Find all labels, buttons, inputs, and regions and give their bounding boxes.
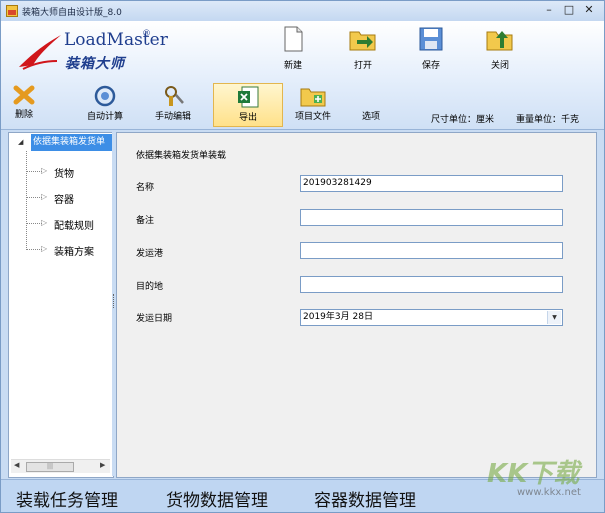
size-unit-label: 尺寸单位：厘米 bbox=[431, 115, 495, 125]
port-label: 发运港 bbox=[136, 249, 164, 259]
export-button-label: 导出 bbox=[238, 113, 257, 123]
maximize-button[interactable]: □ bbox=[559, 3, 579, 17]
close-folder-icon bbox=[486, 31, 513, 51]
tree-item-containers[interactable]: ▷ 容器 bbox=[9, 189, 113, 207]
remarks-input[interactable] bbox=[300, 209, 563, 226]
new-document-icon bbox=[284, 26, 303, 52]
watermark-url: www.kkx.net bbox=[517, 487, 581, 498]
form-panel: 依据集装箱发货单装载 名称 201903281429 备注 发运港 目的地 发运… bbox=[116, 132, 597, 478]
save-button-label: 保存 bbox=[421, 61, 440, 71]
new-button-label: 新建 bbox=[283, 61, 302, 71]
auto-calc-button-label: 自动计算 bbox=[86, 112, 123, 122]
nav-container-data[interactable]: 容器数据管理 bbox=[314, 486, 416, 511]
name-input[interactable]: 201903281429 bbox=[300, 175, 563, 192]
form-title: 依据集装箱发货单装载 bbox=[136, 151, 227, 161]
options-button[interactable]: 选项 bbox=[355, 83, 387, 125]
excel-export-icon bbox=[238, 86, 259, 108]
tree-item-label: 容器 bbox=[54, 195, 74, 206]
tree-item-label: 配载规则 bbox=[54, 221, 94, 232]
logo-swoosh-icon bbox=[19, 35, 61, 70]
delete-button-label: 删除 bbox=[14, 110, 33, 120]
logo-registered-mark: ® bbox=[142, 29, 151, 39]
delete-x-icon bbox=[13, 85, 35, 105]
tree-item-label: 装箱方案 bbox=[54, 247, 94, 258]
project-file-icon bbox=[300, 88, 326, 107]
tree-panel: ◢ 依据集装箱发货单 ▷ 货物 ▷ 容器 ▷ 配载规则 ▷ 装箱方案 ◀ |||… bbox=[8, 132, 114, 478]
logo-text-en: LoadMaster bbox=[64, 30, 168, 50]
nav-load-tasks[interactable]: 装载任务管理 bbox=[16, 486, 118, 511]
new-button[interactable]: 新建 bbox=[271, 26, 315, 82]
tree-item-loading-rules[interactable]: ▷ 配载规则 bbox=[9, 215, 113, 233]
auto-calc-button[interactable]: 自动计算 bbox=[83, 83, 127, 125]
watermark-logo: KK下载 bbox=[487, 459, 580, 489]
remarks-label: 备注 bbox=[136, 216, 155, 226]
delete-button[interactable]: 删除 bbox=[9, 83, 39, 125]
tree-horizontal-scrollbar[interactable]: ◀ ||| ▶ bbox=[11, 459, 110, 473]
save-button[interactable]: 保存 bbox=[409, 26, 453, 82]
logo-text-cn: 装箱大师 bbox=[65, 56, 125, 72]
options-button-label: 选项 bbox=[361, 112, 380, 122]
save-disk-icon bbox=[419, 27, 443, 51]
auto-calc-icon bbox=[94, 85, 116, 107]
manual-edit-button-label: 手动编辑 bbox=[154, 112, 191, 122]
name-label: 名称 bbox=[136, 183, 155, 193]
destination-label: 目的地 bbox=[136, 282, 164, 292]
close-button-label: 关闭 bbox=[490, 61, 509, 71]
dropdown-arrow-icon[interactable]: ▼ bbox=[547, 311, 561, 324]
tree-root-label[interactable]: 依据集装箱发货单 bbox=[31, 134, 113, 151]
ship-date-label: 发运日期 bbox=[136, 314, 173, 324]
ship-date-picker[interactable]: 2019年3月 28日 ▼ bbox=[300, 309, 563, 326]
ship-date-value: 2019年3月 28日 bbox=[303, 312, 373, 322]
scroll-right-icon[interactable]: ▶ bbox=[100, 461, 105, 469]
tree-root-node[interactable]: ◢ 依据集装箱发货单 bbox=[9, 133, 113, 153]
expand-triangle-icon[interactable]: ▷ bbox=[41, 244, 47, 253]
app-window: 装箱大师自由设计版_8.0 – □ ✕ LoadMaster ® 装箱大师 新建 bbox=[0, 0, 605, 513]
expand-triangle-icon[interactable]: ▷ bbox=[41, 218, 47, 227]
close-window-button[interactable]: ✕ bbox=[579, 3, 599, 17]
window-title: 装箱大师自由设计版_8.0 bbox=[22, 8, 122, 18]
open-folder-icon bbox=[349, 31, 376, 51]
port-input[interactable] bbox=[300, 242, 563, 259]
manual-edit-button[interactable]: 手动编辑 bbox=[151, 83, 195, 125]
manual-edit-icon bbox=[165, 86, 184, 106]
kk-watermark: KK下载 www.kkx.net bbox=[487, 453, 602, 511]
close-button[interactable]: 关闭 bbox=[478, 26, 522, 82]
app-icon bbox=[6, 5, 18, 17]
destination-input[interactable] bbox=[300, 276, 563, 293]
tree-item-goods[interactable]: ▷ 货物 bbox=[9, 163, 113, 181]
open-button-label: 打开 bbox=[353, 61, 372, 71]
collapse-triangle-icon[interactable]: ◢ bbox=[18, 138, 23, 146]
weight-unit-label: 重量单位：千克 bbox=[516, 115, 580, 125]
title-bar: 装箱大师自由设计版_8.0 – □ ✕ bbox=[1, 1, 604, 21]
minimize-button[interactable]: – bbox=[539, 3, 559, 17]
tree-item-label: 货物 bbox=[54, 169, 74, 180]
scrollbar-thumb[interactable]: ||| bbox=[26, 462, 74, 472]
tree-item-packing-plans[interactable]: ▷ 装箱方案 bbox=[9, 241, 113, 259]
expand-triangle-icon[interactable]: ▷ bbox=[41, 192, 47, 201]
expand-triangle-icon[interactable]: ▷ bbox=[41, 166, 47, 175]
ribbon: LoadMaster ® 装箱大师 新建 打开 保存 关闭 删除 自动计算 手动… bbox=[1, 21, 604, 130]
project-file-button-label: 项目文件 bbox=[294, 112, 331, 122]
scroll-left-icon[interactable]: ◀ bbox=[14, 461, 19, 469]
project-file-button[interactable]: 项目文件 bbox=[291, 83, 335, 125]
open-button[interactable]: 打开 bbox=[341, 26, 385, 82]
loadmaster-logo: LoadMaster ® 装箱大师 bbox=[17, 27, 168, 73]
nav-goods-data[interactable]: 货物数据管理 bbox=[166, 486, 268, 511]
export-button[interactable]: 导出 bbox=[213, 83, 283, 127]
